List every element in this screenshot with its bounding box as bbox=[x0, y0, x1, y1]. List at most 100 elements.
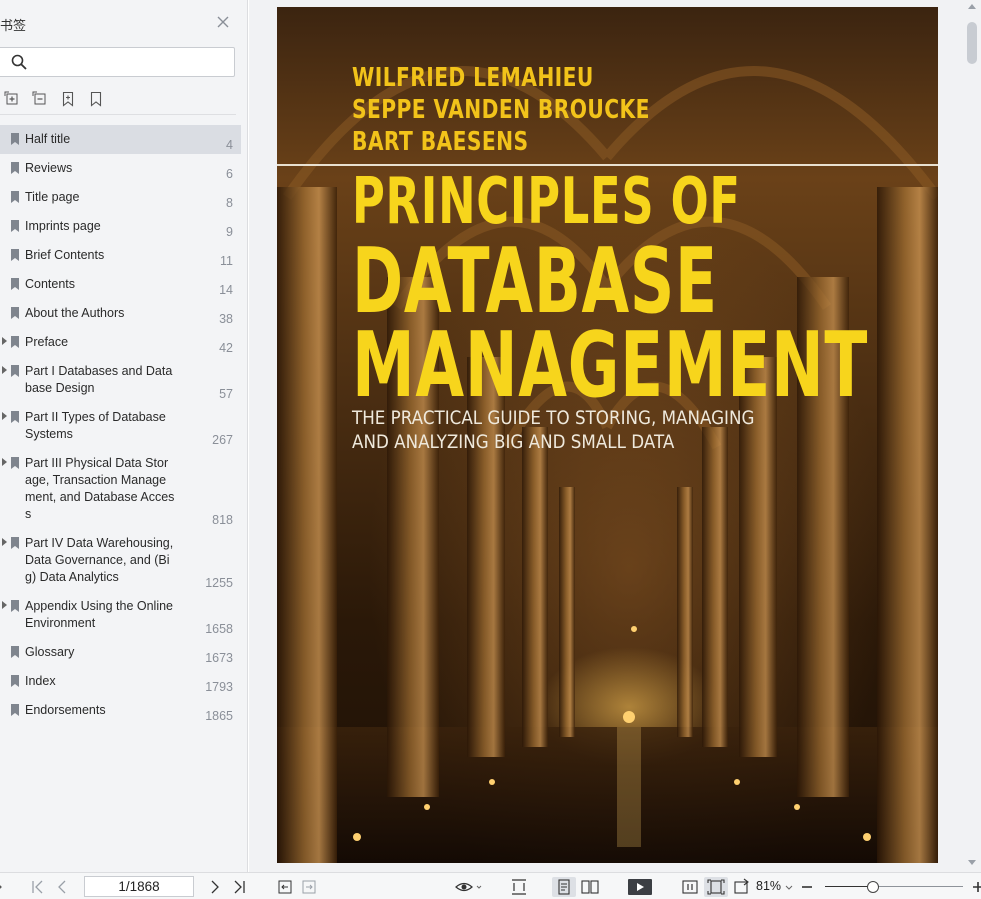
bookmark-page-number: 1673 bbox=[205, 651, 233, 665]
bookmark-label: Index bbox=[25, 674, 56, 688]
actual-size-icon[interactable] bbox=[681, 878, 699, 896]
collapse-panel-icon[interactable] bbox=[0, 878, 6, 896]
pdf-page: WILFRIED LEMAHIEU SEPPE VANDEN BROUCKE B… bbox=[277, 7, 938, 863]
play-slideshow-icon[interactable] bbox=[627, 878, 653, 896]
cover-author: SEPPE VANDEN BROUCKE bbox=[352, 95, 650, 125]
bookmark-icon bbox=[11, 675, 19, 687]
zoom-in-icon[interactable] bbox=[972, 878, 981, 896]
bookmark-item[interactable]: Contents 14 bbox=[0, 270, 241, 299]
bookmark-label: Preface bbox=[25, 335, 69, 349]
bookmark-icon bbox=[11, 191, 19, 203]
bookmark-page-number: 14 bbox=[219, 283, 233, 297]
divider bbox=[0, 114, 236, 115]
scroll-thumb[interactable] bbox=[967, 22, 977, 64]
cover-title: MANAGEMENT bbox=[352, 313, 869, 418]
scroll-up-icon[interactable] bbox=[968, 4, 976, 9]
expand-arrow-icon[interactable] bbox=[2, 412, 7, 420]
zoom-slider-thumb[interactable] bbox=[867, 881, 880, 893]
zoom-level[interactable]: 81% bbox=[756, 879, 781, 893]
close-icon[interactable] bbox=[215, 14, 231, 30]
bookmark-icon[interactable] bbox=[88, 91, 104, 107]
bookmark-search[interactable] bbox=[0, 47, 235, 77]
zoom-out-icon[interactable] bbox=[801, 878, 813, 896]
bookmark-label: Reviews bbox=[25, 161, 73, 175]
bookmark-item[interactable]: Imprints page 9 bbox=[0, 212, 241, 241]
bookmark-page-number: 11 bbox=[220, 254, 233, 268]
bookmark-icon bbox=[11, 162, 19, 174]
scroll-down-icon[interactable] bbox=[968, 860, 976, 865]
expand-arrow-icon[interactable] bbox=[2, 538, 7, 546]
bookmark-label: Title page bbox=[25, 190, 80, 204]
document-view[interactable]: WILFRIED LEMAHIEU SEPPE VANDEN BROUCKE B… bbox=[249, 0, 981, 872]
bookmark-page-number: 4 bbox=[226, 138, 233, 152]
last-page-icon[interactable] bbox=[232, 878, 246, 896]
bookmark-item[interactable]: Preface 42 bbox=[0, 328, 241, 357]
bookmark-icon bbox=[11, 336, 19, 348]
bookmark-list: Half title 4 Reviews 6 Title page 8 Imprints p… bbox=[0, 125, 248, 725]
bookmark-item[interactable]: Half title 4 bbox=[0, 125, 241, 154]
forward-view-icon[interactable] bbox=[301, 878, 317, 896]
expand-arrow-icon[interactable] bbox=[2, 458, 7, 466]
bookmark-page-number: 57 bbox=[219, 387, 233, 401]
bookmark-tools bbox=[4, 91, 104, 109]
bookmark-item[interactable]: Appendix Using the Online Environment 165… bbox=[0, 592, 241, 638]
bookmark-item[interactable]: Endorsements 1865 bbox=[0, 696, 241, 725]
bookmark-label: Endorsements bbox=[25, 703, 106, 717]
bookmark-item[interactable]: Part III Physical Data Storage, Transact… bbox=[0, 449, 241, 529]
bookmark-label: Imprints page bbox=[25, 219, 101, 233]
bookmark-page-number: 267 bbox=[212, 433, 233, 447]
first-page-icon[interactable] bbox=[31, 878, 45, 896]
bookmark-icon bbox=[11, 365, 19, 377]
bookmark-label: Part IV Data Warehousing, Data Governanc… bbox=[25, 536, 174, 584]
bookmark-item[interactable]: Title page 8 bbox=[0, 183, 241, 212]
bookmark-icon bbox=[11, 249, 19, 261]
zoom-slider-fill bbox=[825, 886, 874, 887]
bookmark-icon bbox=[11, 278, 19, 290]
collapse-all-icon[interactable] bbox=[32, 91, 48, 107]
cover-author: WILFRIED LEMAHIEU bbox=[352, 63, 594, 93]
fit-page-icon[interactable] bbox=[704, 877, 728, 897]
bookmark-icon bbox=[11, 646, 19, 658]
expand-arrow-icon[interactable] bbox=[2, 337, 7, 345]
bookmark-item[interactable]: Brief Contents 11 bbox=[0, 241, 241, 270]
bookmark-page-number: 9 bbox=[226, 225, 233, 239]
bookmark-page-number: 1255 bbox=[205, 576, 233, 590]
bookmark-item[interactable]: Part IV Data Warehousing, Data Governanc… bbox=[0, 529, 241, 592]
zoom-dropdown-icon[interactable] bbox=[784, 878, 794, 896]
bookmark-page-number: 38 bbox=[219, 312, 233, 326]
bookmark-item[interactable]: Glossary 1673 bbox=[0, 638, 241, 667]
rotate-icon[interactable] bbox=[733, 878, 751, 896]
bookmark-page-number: 818 bbox=[212, 513, 233, 527]
previous-page-icon[interactable] bbox=[56, 878, 68, 896]
bookmark-label: Appendix Using the Online Environment bbox=[25, 599, 174, 630]
bookmark-item[interactable]: Index 1793 bbox=[0, 667, 241, 696]
bookmark-item[interactable]: Part II Types of Database Systems 267 bbox=[0, 403, 241, 449]
bookmark-page-number: 42 bbox=[219, 341, 233, 355]
eye-care-icon[interactable] bbox=[454, 878, 484, 896]
bookmark-item[interactable]: Part I Databases and Database Design 57 bbox=[0, 357, 241, 403]
add-bookmark-icon[interactable] bbox=[60, 91, 76, 107]
bookmark-page-number: 8 bbox=[226, 196, 233, 210]
bookmark-label: About the Authors bbox=[25, 306, 125, 320]
bookmark-label: Brief Contents bbox=[25, 248, 105, 262]
search-input[interactable] bbox=[33, 52, 228, 72]
bookmark-item[interactable]: About the Authors 38 bbox=[0, 299, 241, 328]
vertical-scrollbar[interactable] bbox=[962, 0, 981, 872]
expand-all-icon[interactable] bbox=[4, 91, 20, 107]
bookmark-item[interactable]: Reviews 6 bbox=[0, 154, 241, 183]
fit-width-icon[interactable] bbox=[510, 878, 528, 896]
bookmark-page-number: 1658 bbox=[205, 622, 233, 636]
back-view-icon[interactable] bbox=[277, 878, 293, 896]
search-icon bbox=[11, 54, 27, 70]
expand-arrow-icon[interactable] bbox=[2, 366, 7, 374]
expand-arrow-icon[interactable] bbox=[2, 601, 7, 609]
bookmark-page-number: 6 bbox=[226, 167, 233, 181]
page-number-input[interactable]: 1/1868 bbox=[84, 876, 194, 897]
single-page-icon[interactable] bbox=[552, 877, 576, 897]
next-page-icon[interactable] bbox=[209, 878, 221, 896]
two-page-icon[interactable] bbox=[580, 878, 600, 896]
bookmark-icon bbox=[11, 411, 19, 423]
bookmark-label: Part III Physical Data Storage, Transact… bbox=[25, 456, 175, 521]
bookmark-label: Contents bbox=[25, 277, 76, 291]
bookmark-label: Part II Types of Database Systems bbox=[25, 410, 166, 441]
